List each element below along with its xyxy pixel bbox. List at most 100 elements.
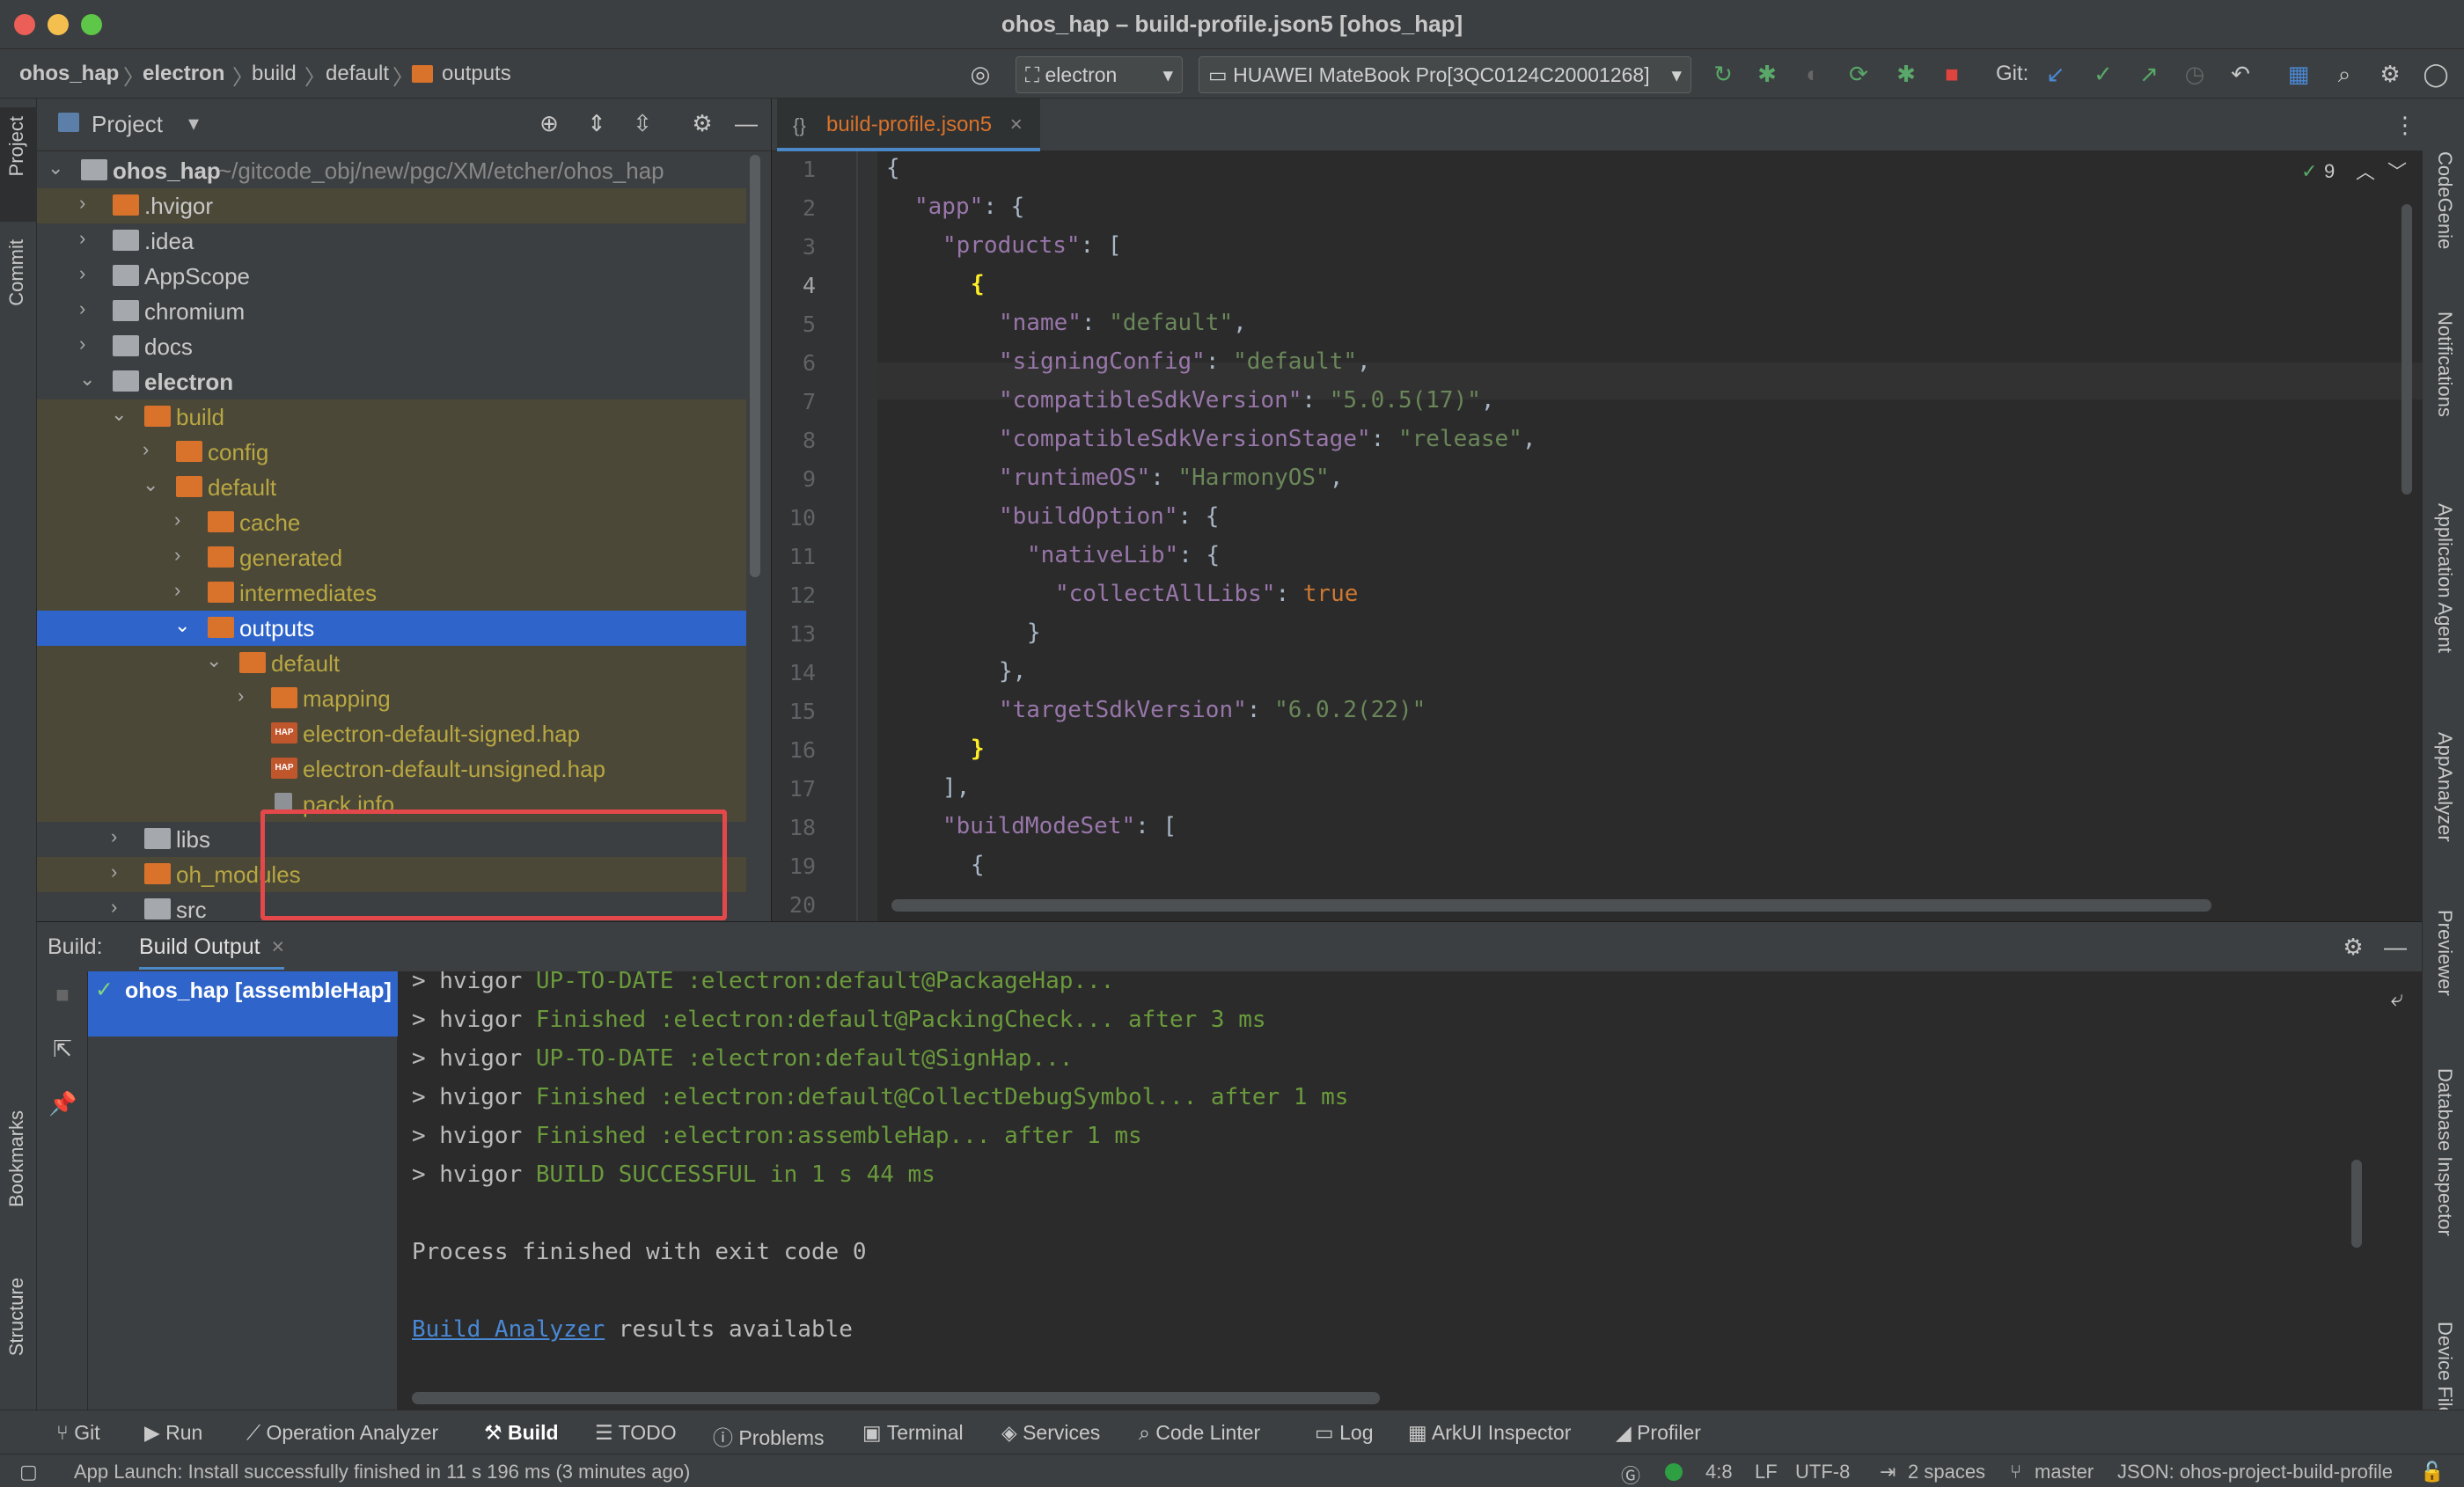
chevron-down-icon[interactable]: ⌄ [143, 473, 158, 496]
tool-profiler[interactable]: ◢ Profiler [1616, 1421, 1701, 1445]
code-line[interactable]: "nativeLib": { [1027, 542, 1220, 568]
code-line[interactable]: "buildOption": { [999, 503, 1219, 530]
chevron-right-icon[interactable]: › [79, 297, 85, 320]
tool-application-agent[interactable]: Application Agent [2433, 503, 2456, 653]
attach-icon[interactable]: ◐ [1799, 60, 1827, 88]
tree-item-build[interactable]: ⌄ build [37, 399, 746, 435]
tool-database-inspector[interactable]: Database Inspector [2433, 1068, 2456, 1236]
tool-device-file[interactable]: Device File [2433, 1322, 2456, 1417]
module-select[interactable]: ⛶ electron ▾ [1016, 56, 1183, 93]
chevron-down-icon[interactable]: ⌄ [111, 403, 127, 426]
chevron-right-icon[interactable]: › [79, 262, 85, 285]
code-line[interactable]: "compatibleSdkVersionStage": "release", [999, 426, 1536, 452]
chevron-right-icon[interactable]: › [79, 227, 85, 250]
tool-project[interactable]: Project [5, 116, 28, 176]
chevron-right-icon[interactable]: › [174, 579, 180, 602]
git-branch[interactable]: master [2035, 1461, 2094, 1483]
tree-item-mapping[interactable]: › mapping [37, 681, 746, 716]
tab-build-output[interactable]: Build Output × [139, 934, 285, 970]
tree-item-electron[interactable]: ⌄ electron [37, 364, 746, 399]
chevron-down-icon[interactable]: ⌄ [206, 649, 222, 672]
editor-horizontal-scrollbar[interactable] [891, 899, 2211, 912]
chevron-down-icon[interactable]: ⌄ [79, 368, 95, 391]
more-icon[interactable]: ⋮ [2391, 111, 2419, 139]
history-icon[interactable]: ◷ [2181, 60, 2209, 88]
code-line[interactable]: { [971, 271, 985, 297]
gear-icon[interactable]: ⚙ [2339, 933, 2367, 961]
tree-item-outputs-default[interactable]: ⌄ default [37, 646, 746, 681]
tool-notifications[interactable]: Notifications [2433, 311, 2456, 417]
pin-icon[interactable]: 📌 [48, 1089, 77, 1117]
tool-problems[interactable]: ⓘ Problems [713, 1421, 825, 1451]
file-encoding[interactable]: UTF-8 [1795, 1461, 1850, 1483]
target-icon[interactable]: ◎ [966, 60, 994, 88]
build-task-item[interactable]: ✓ ohos_hap [assembleHap] [88, 971, 398, 1037]
tool-codegenie[interactable]: CodeGenie [2433, 151, 2456, 249]
g-icon[interactable]: Ⓖ [1621, 1461, 1640, 1487]
tree-item-idea[interactable]: › .idea [37, 223, 746, 259]
breadcrumb-default[interactable]: default [326, 62, 389, 86]
tree-item-intermediates[interactable]: › intermediates [37, 575, 746, 611]
chevron-right-icon[interactable]: › [111, 825, 117, 848]
tool-previewer[interactable]: Previewer [2433, 910, 2456, 996]
tool-code-linter[interactable]: ⌕ Code Linter [1139, 1421, 1260, 1445]
tool-bookmarks[interactable]: Bookmarks [5, 1110, 28, 1207]
tree-item-appscope[interactable]: › AppScope [37, 259, 746, 294]
chevron-down-icon[interactable]: ⌄ [48, 157, 63, 179]
inspection-count[interactable]: 9 [2324, 160, 2335, 183]
tool-run[interactable]: ▶ Run [144, 1421, 202, 1445]
tool-operation-analyzer[interactable]: ⟋ Operation Analyzer [246, 1421, 438, 1445]
account-icon[interactable]: ◯ [2422, 60, 2450, 88]
gear-icon[interactable]: ⚙ [2376, 60, 2404, 88]
code-line[interactable]: { [971, 852, 985, 878]
breadcrumb-build[interactable]: build [252, 62, 297, 86]
chevron-down-icon[interactable]: ▾ [188, 111, 199, 136]
project-panel-title[interactable]: Project [92, 111, 163, 138]
tool-commit[interactable]: Commit [5, 239, 28, 306]
open-external-icon[interactable]: ⇱ [48, 1035, 77, 1063]
tree-item-generated[interactable]: › generated [37, 540, 746, 575]
cursor-position[interactable]: 4:8 [1705, 1461, 1733, 1483]
chevron-right-icon[interactable]: › [111, 896, 117, 919]
layout-icon[interactable]: ▢ [19, 1461, 38, 1483]
tree-item-docs[interactable]: › docs [37, 329, 746, 364]
status-indicator-icon[interactable] [1665, 1463, 1683, 1481]
console-vertical-scrollbar[interactable] [2351, 1160, 2362, 1248]
stop-icon[interactable]: ■ [1938, 60, 1966, 88]
debug-attach-icon[interactable]: ✱ [1892, 60, 1920, 88]
breadcrumb-root[interactable]: ohos_hap [19, 62, 119, 86]
tool-todo[interactable]: ☰ TODO [595, 1421, 677, 1445]
tree-item-signed-hap[interactable]: HAP electron-default-signed.hap [37, 716, 746, 751]
tool-log[interactable]: ▭ Log [1315, 1421, 1374, 1445]
console-horizontal-scrollbar[interactable] [412, 1392, 1380, 1404]
tree-item-hvigor[interactable]: › .hvigor [37, 188, 746, 223]
tree-item-root[interactable]: ⌄ ohos_hap ~/gitcode_obj/new/pgc/XM/etch… [37, 153, 746, 188]
chevron-right-icon[interactable]: › [143, 438, 149, 461]
device-select[interactable]: ▭ HUAWEI MateBook Pro[3QC0124C20001268] … [1199, 56, 1691, 93]
gear-icon[interactable]: ⚙ [688, 109, 716, 137]
close-tab-icon[interactable]: × [1010, 113, 1023, 136]
soft-wrap-icon[interactable]: ⤶ [2383, 984, 2411, 1012]
editor-vertical-scrollbar[interactable] [2402, 204, 2412, 494]
status-message[interactable]: App Launch: Install successfully finishe… [74, 1461, 690, 1483]
lock-icon[interactable]: 🔓 [2420, 1461, 2444, 1483]
code-line[interactable]: { [886, 155, 900, 181]
tree-scrollbar[interactable] [750, 155, 760, 577]
tree-item-outputs[interactable]: ⌄ outputs [37, 611, 746, 646]
tree-item-default[interactable]: ⌄ default [37, 470, 746, 505]
build-analyzer-link[interactable]: Build Analyzer [412, 1316, 605, 1343]
tab-build-profile[interactable]: {} build-profile.json5 × [777, 99, 1040, 151]
rerun-icon[interactable]: ↻ [1709, 60, 1737, 88]
git-update-icon[interactable]: ↙ [2042, 60, 2070, 88]
project-structure-icon[interactable]: ▦ [2284, 60, 2313, 88]
chevron-right-icon[interactable]: › [174, 544, 180, 567]
tool-build[interactable]: ⚒ Build [484, 1421, 559, 1445]
collapse-all-icon[interactable]: ⇳ [628, 109, 656, 137]
rollback-icon[interactable]: ↶ [2226, 60, 2255, 88]
breadcrumb-outputs[interactable]: outputs [442, 62, 511, 86]
tool-git[interactable]: ⑂ Git [56, 1421, 100, 1445]
json-schema[interactable]: JSON: ohos-project-build-profile [2117, 1461, 2393, 1483]
code-line[interactable]: "name": "default", [999, 310, 1247, 336]
chevron-down-icon[interactable]: ⌄ [174, 614, 190, 637]
chevron-right-icon[interactable]: › [79, 192, 85, 215]
